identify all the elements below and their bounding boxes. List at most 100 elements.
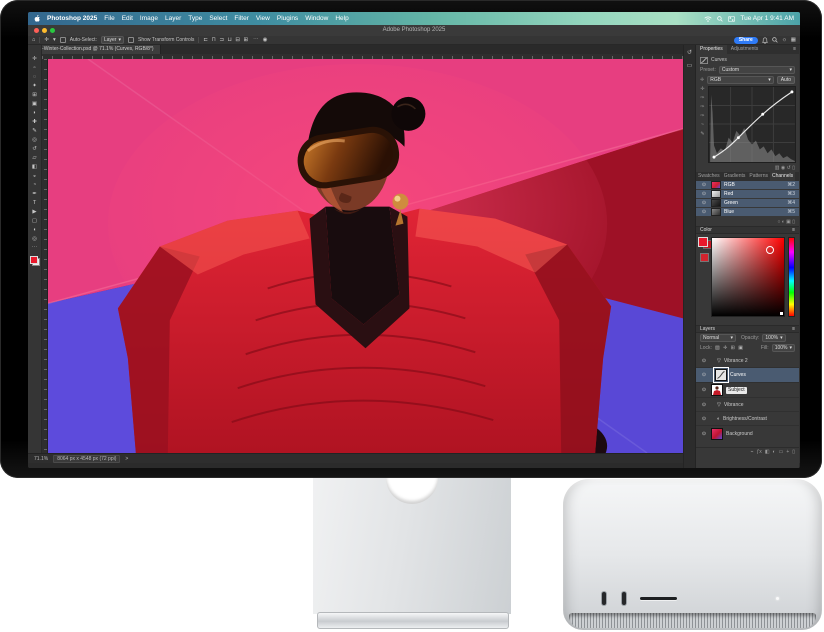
workspace-settings-icon[interactable]: ◉ [263,36,268,45]
spotlight-search-icon[interactable] [717,16,723,22]
menu-file[interactable]: File [104,15,114,22]
foreground-color-swatch[interactable] [30,256,38,264]
visibility-eye-icon[interactable]: ⊙ [700,387,708,393]
chevron-down-icon[interactable]: ▾ [53,36,56,45]
menu-clock[interactable]: Tue Apr 1 9:41 AM [740,15,794,22]
tab-swatches[interactable]: Swatches [696,172,722,181]
visibility-eye-icon[interactable]: ⊙ [700,372,708,378]
move-tool-icon[interactable]: ✛ [44,36,49,45]
menu-plugins[interactable]: Plugins [277,15,298,22]
properties-footer-icon-set[interactable]: ▥ ◉ ↺ ▯ [775,165,795,171]
layer-thumbnail[interactable] [711,384,723,396]
more-options-icon[interactable]: ⋯ [253,36,259,45]
history-brush-tool[interactable]: ↺ [28,145,42,154]
add-mask-icon[interactable]: ◧ [765,449,770,455]
wifi-icon[interactable] [704,16,712,22]
discover-icon[interactable]: ☼ [782,36,787,45]
apple-menu-icon[interactable] [34,15,40,22]
dodge-tool[interactable]: ◔ [28,181,42,190]
comments-panel-icon[interactable]: ▭ [687,62,693,69]
curve-hand-icon[interactable]: ✛ [700,86,704,92]
opacity-dropdown[interactable]: 100% ▾ [762,334,785,342]
menu-app-name[interactable]: Photoshop 2025 [47,15,97,22]
layer-row-subject[interactable]: ⊙ Subject [696,383,799,398]
curve-smooth-icon[interactable]: ~ [701,122,704,128]
blur-tool[interactable]: ◒ [28,172,42,181]
menu-view[interactable]: View [256,15,270,22]
channel-row-blue[interactable]: ⊙ Blue ⌘5 [696,208,799,216]
tab-patterns[interactable]: Patterns [747,172,770,181]
visibility-eye-icon[interactable]: ⊙ [700,182,708,188]
gradient-tool[interactable]: ◧ [28,163,42,172]
zoom-tool[interactable]: ◎ [28,235,42,244]
menu-type[interactable]: Type [188,15,202,22]
search-icon[interactable] [772,37,778,43]
brush-tool[interactable]: ✎ [28,127,42,136]
share-button[interactable]: Share [734,37,758,44]
canvas[interactable] [48,59,683,453]
white-point-eyedropper-icon[interactable]: ✑ [700,113,704,119]
auto-select-checkbox[interactable] [60,37,66,43]
control-center-icon[interactable] [728,16,735,22]
visibility-eye-icon[interactable]: ⊙ [700,209,708,215]
foreground-background-swatches[interactable] [30,256,40,266]
workspace-switcher-icon[interactable]: ▦ [791,36,796,45]
layer-effects-icon[interactable]: ƒx [757,449,762,455]
channels-footer-icons[interactable]: ○ ◐ ▣ ▯ [696,218,799,225]
visibility-eye-icon[interactable]: ⊙ [700,200,708,206]
layer-row-curves[interactable]: ⊙ Curves [696,368,799,383]
curves-mask-thumbnail[interactable] [715,369,727,381]
gray-point-eyedropper-icon[interactable]: ✑ [700,104,704,110]
frame-tool[interactable]: ▣ [28,100,42,109]
targeted-adjust-icon[interactable]: ✛ [700,77,704,83]
blend-mode-dropdown[interactable]: Normal ▾ [700,334,736,342]
lock-icons[interactable]: ▨ ✛ ⊞ ▣ [715,345,744,351]
type-tool[interactable]: T [28,199,42,208]
black-point-eyedropper-icon[interactable]: ✑ [700,95,704,101]
layer-row-background[interactable]: ⊙ Background [696,426,799,441]
channel-row-red[interactable]: ⊙ Red ⌘3 [696,190,799,198]
preset-dropdown[interactable]: Custom ▾ [719,66,795,74]
foreground-color-swatch[interactable] [698,237,708,247]
menu-layer[interactable]: Layer [165,15,181,22]
visibility-eye-icon[interactable]: ⊙ [700,402,708,408]
document-tab[interactable]: Fall-Winter-Collection.psd @ 71.1% (Curv… [28,45,161,54]
tab-channels[interactable]: Channels [770,172,795,181]
align-distribute-icons[interactable]: ⊏ ⊓ ⊐ ⊔ ⊟ ⊞ [203,36,249,45]
clone-stamp-tool[interactable]: ◎ [28,136,42,145]
tab-adjustments[interactable]: Adjustments [727,45,763,54]
new-adjustment-icon[interactable]: ◐ [773,449,776,455]
eyedropper-tool[interactable]: ◗ [28,109,42,118]
shape-tool[interactable]: ▢ [28,217,42,226]
show-transform-checkbox[interactable] [128,37,134,43]
notifications-bell-icon[interactable] [762,37,768,44]
home-icon[interactable]: ⌂ [32,36,35,45]
edit-toolbar-icon[interactable]: ⋯ [28,244,42,253]
panel-menu-icon[interactable]: ≡ [792,227,795,233]
new-layer-icon[interactable]: + [786,449,789,455]
new-group-icon[interactable]: ▭ [779,449,784,455]
healing-brush-tool[interactable]: ✚ [28,118,42,127]
visibility-eye-icon[interactable]: ⊙ [700,416,708,422]
layer-row-vibrance[interactable]: ⊙ ▽ Vibrance [696,398,799,412]
path-select-tool[interactable]: ▶ [28,208,42,217]
channel-row-green[interactable]: ⊙ Green ⌘4 [696,199,799,207]
tab-gradients[interactable]: Gradients [722,172,748,181]
menu-select[interactable]: Select [209,15,227,22]
visibility-eye-icon[interactable]: ⊙ [700,191,708,197]
menu-help[interactable]: Help [335,15,348,22]
curves-histogram[interactable] [708,86,796,163]
auto-select-target-dropdown[interactable]: Layer ▾ [101,36,124,44]
tab-properties[interactable]: Properties [696,45,727,54]
channel-dropdown[interactable]: RGB ▾ [707,76,774,84]
small-color-swatch[interactable] [700,253,709,262]
menu-image[interactable]: Image [140,15,158,22]
panel-menu-icon[interactable]: ≡ [790,45,799,54]
eraser-tool[interactable]: ▱ [28,154,42,163]
saturation-brightness-field[interactable] [711,237,785,317]
visibility-eye-icon[interactable]: ⊙ [700,431,708,437]
fill-dropdown[interactable]: 100% ▾ [772,344,795,352]
menu-edit[interactable]: Edit [122,15,133,22]
layer-thumbnail[interactable] [711,428,723,440]
layer-row-brightness[interactable]: ⊙ ◐ Brightness/Contrast [696,412,799,426]
